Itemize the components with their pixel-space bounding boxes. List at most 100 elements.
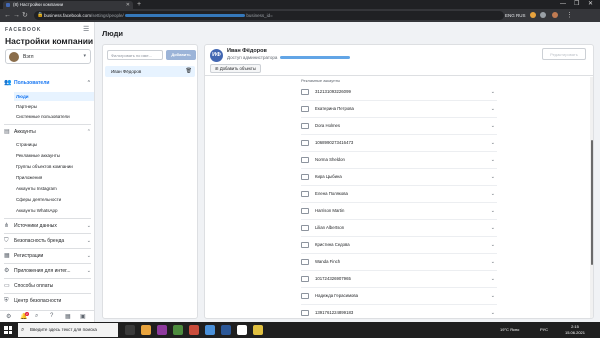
account-row[interactable]: Harrison Martin ⌄ — [301, 203, 497, 220]
profile-avatar[interactable] — [552, 12, 558, 18]
account-row[interactable]: Кира Цыбина ⌄ — [301, 169, 497, 186]
add-person-button[interactable]: Добавить — [166, 50, 196, 60]
account-row[interactable]: 1068990273416473 ⌄ — [301, 135, 497, 152]
help-icon[interactable]: ? — [50, 313, 53, 319]
account-row[interactable]: Dora Holmes ⌄ — [301, 118, 497, 135]
integrations-icon: ⚙ — [4, 268, 10, 274]
sidebar-item-whatsapp-accounts[interactable]: Аккаунты WhatsApp — [14, 206, 94, 215]
account-row[interactable]: 101724326907965 ⌄ — [301, 271, 497, 288]
url-bar[interactable]: 🔒 business.facebook.com/settings/people/… — [34, 11, 504, 20]
account-row[interactable]: Norma Sheldon ⌄ — [301, 152, 497, 169]
extension-icon[interactable] — [530, 12, 536, 18]
windows-start-icon[interactable] — [4, 326, 12, 334]
account-row[interactable]: 312131093226099 ⌄ — [301, 84, 497, 101]
chevron-down-icon[interactable]: ⌄ — [491, 271, 495, 287]
assigned-accounts-list: Рекламные аккаунты 312131093226099 ⌄ Екате… — [205, 77, 593, 318]
chevron-down-icon[interactable]: ⌄ — [491, 237, 495, 253]
credit-card-icon: ▭ — [4, 283, 10, 289]
account-name: Кира Цыбина — [315, 174, 342, 179]
app-icon[interactable] — [157, 325, 167, 335]
account-row[interactable]: Wanda Finch ⌄ — [301, 254, 497, 271]
app-icon[interactable] — [189, 325, 199, 335]
more-icon[interactable]: ▣ — [80, 313, 86, 320]
url-tail: business_id= — [246, 13, 273, 18]
hamburger-menu-icon[interactable]: ☰ — [83, 25, 89, 33]
sidebar-item-security-center[interactable]: ⛨ Центр безопасности — [0, 295, 95, 307]
browser-tab[interactable]: (8) Настройки компании ✕ — [3, 1, 133, 9]
account-row[interactable]: Кристина Седова ⌄ — [301, 237, 497, 254]
ad-account-icon — [301, 208, 309, 214]
app-icon[interactable] — [173, 325, 183, 335]
reload-button[interactable]: ↻ — [22, 11, 28, 20]
task-view-icon[interactable] — [125, 325, 135, 335]
sidebar-item-business-asset-groups[interactable]: Группы объектов компании — [14, 162, 94, 171]
new-tab-button[interactable]: + — [137, 0, 141, 9]
chevron-down-icon[interactable]: ⌄ — [491, 288, 495, 304]
sidebar-item-payment-methods[interactable]: ▭ Способы оплаты — [0, 280, 95, 292]
add-objects-button[interactable]: ⊞ Добавить объекты — [210, 64, 261, 73]
account-name: Надежда Герасимова — [315, 293, 359, 298]
sidebar-section-brand-safety[interactable]: ⛉ Безопасность бренда ⌄ — [0, 235, 95, 247]
sidebar-section-data-sources[interactable]: ⋔ Источники данных ⌄ — [0, 220, 95, 232]
chevron-down-icon[interactable]: ⌄ — [491, 101, 495, 117]
sidebar-section-integrations[interactable]: ⚙ Приложения для интег... ⌄ — [0, 265, 95, 277]
chevron-down-icon[interactable]: ⌄ — [491, 135, 495, 151]
tab-close-icon[interactable]: ✕ — [126, 1, 130, 9]
input-language[interactable]: РУС — [540, 322, 548, 338]
account-row[interactable]: Lilian Albertson ⌄ — [301, 220, 497, 237]
scrollbar-thumb[interactable] — [591, 140, 593, 265]
sidebar-item-ad-accounts[interactable]: Рекламные аккаунты — [14, 151, 94, 160]
chevron-down-icon[interactable]: ⌄ — [491, 169, 495, 185]
chevron-down-icon[interactable]: ⌄ — [491, 186, 495, 202]
account-row[interactable]: Надежда Герасимова ⌄ — [301, 288, 497, 305]
app-icon[interactable] — [221, 325, 231, 335]
chevron-down-icon[interactable]: ⌄ — [491, 305, 495, 318]
grid-icon[interactable]: ▦ — [65, 313, 71, 320]
chevron-down-icon[interactable]: ⌄ — [491, 254, 495, 270]
app-icon[interactable] — [237, 325, 247, 335]
puzzle-icon[interactable] — [540, 12, 546, 18]
person-initials-avatar: ИФ — [210, 49, 223, 62]
chevron-down-icon[interactable]: ⌄ — [491, 118, 495, 134]
shield-icon: ⛉ — [4, 238, 9, 244]
sidebar-item-partners[interactable]: Партнеры — [14, 102, 94, 111]
sidebar-section-registrations[interactable]: ▦ Регистрации ⌄ — [0, 250, 95, 262]
edit-button[interactable]: Редактировать — [542, 48, 586, 60]
clock[interactable]: 2:15 15.06.2021 — [560, 324, 590, 336]
sidebar-item-system-users[interactable]: Системные пользователи — [14, 112, 94, 121]
file-explorer-icon[interactable] — [141, 325, 151, 335]
minimize-button[interactable]: — — [560, 0, 566, 9]
sidebar-item-lines-of-business[interactable]: Сферы деятельности — [14, 195, 94, 204]
sidebar-item-pages[interactable]: Страницы — [14, 140, 94, 149]
account-selector[interactable]: Вэгл ▾ — [5, 49, 91, 64]
sidebar-section-accounts[interactable]: ▤ Аккаунты ⌃ — [0, 126, 95, 138]
sidebar-section-users[interactable]: 👥 Пользователи ⌃ — [0, 77, 95, 89]
sidebar-item-instagram-accounts[interactable]: Аккаунты Instagram — [14, 184, 94, 193]
chrome-icon[interactable] — [253, 325, 263, 335]
chevron-down-icon[interactable]: ⌄ — [491, 152, 495, 168]
account-row[interactable]: Елена Полякова ⌄ — [301, 186, 497, 203]
chevron-down-icon[interactable]: ⌄ — [491, 203, 495, 219]
search-icon[interactable]: ⌕ — [35, 313, 38, 320]
sidebar-item-people[interactable]: Люди — [14, 92, 94, 101]
trash-icon[interactable]: 🗑 — [186, 66, 192, 77]
ad-account-icon — [301, 123, 309, 129]
close-window-button[interactable]: ✕ — [588, 0, 593, 9]
person-list-item[interactable]: Иван Фёдоров 🗑 — [105, 66, 195, 77]
sidebar-footer: ⚙ 🔔 2 ⌕ ? ▦ ▣ — [0, 310, 95, 322]
settings-gear-icon[interactable]: ⚙ — [6, 313, 11, 320]
app-icon[interactable] — [205, 325, 215, 335]
sidebar-item-apps[interactable]: Приложения — [14, 173, 94, 182]
account-row[interactable]: 1391761224899183 ⌄ — [301, 305, 497, 318]
taskbar-search-input[interactable]: ⌕ Введите здесь текст для поиска — [18, 323, 118, 337]
people-search-input[interactable]: Фильтровать по име... — [107, 50, 163, 60]
maximize-button[interactable]: ❐ — [574, 0, 579, 9]
chevron-down-icon[interactable]: ⌄ — [491, 220, 495, 236]
account-row[interactable]: Екатерина Петрова ⌄ — [301, 101, 497, 118]
chevron-down-icon[interactable]: ⌄ — [491, 84, 495, 100]
lock-icon: 🔒 — [37, 12, 44, 18]
back-button[interactable]: ← — [4, 11, 11, 20]
browser-menu-icon[interactable]: ⋮ — [566, 11, 573, 20]
weather-indicator[interactable]: 19°C Ясно — [500, 322, 519, 338]
forward-button[interactable]: → — [13, 11, 20, 20]
